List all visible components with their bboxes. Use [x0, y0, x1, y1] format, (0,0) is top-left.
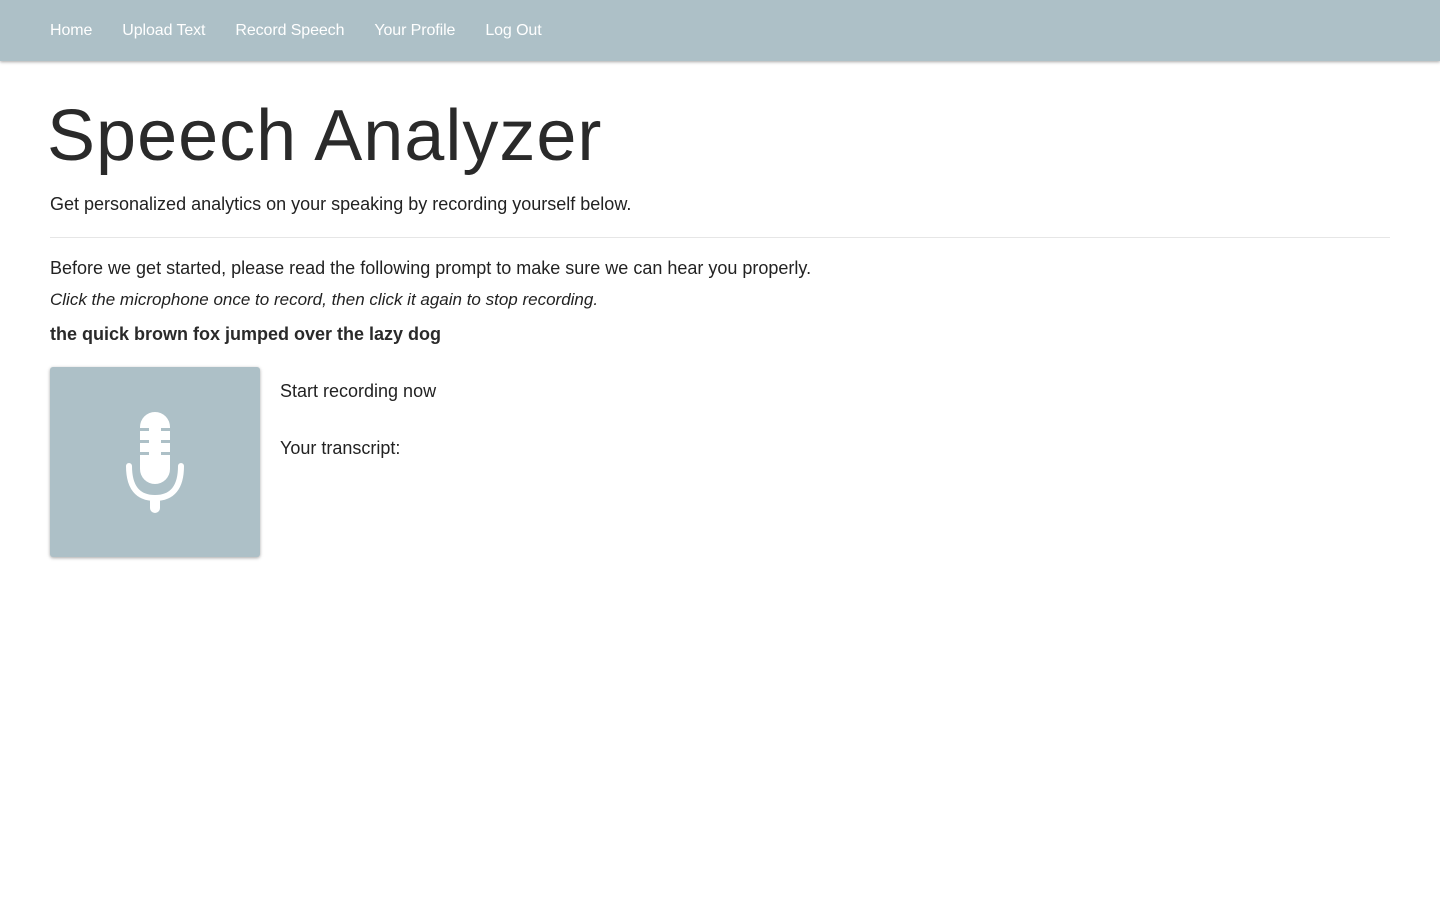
microphone-icon — [126, 412, 184, 513]
nav-upload-text-link[interactable]: Upload Text — [122, 22, 205, 40]
intro-text: Before we get started, please read the f… — [50, 258, 812, 278]
nav-home-link[interactable]: Home — [50, 22, 92, 40]
reading-prompt: the quick brown fox jumped over the lazy… — [50, 324, 442, 344]
page-title: Speech Analyzer — [47, 96, 603, 176]
nav-your-profile-link[interactable]: Your Profile — [374, 22, 455, 40]
section-divider — [50, 237, 1390, 238]
transcript-label: Your transcript: — [280, 438, 401, 458]
page-subtitle: Get personalized analytics on your speak… — [50, 194, 632, 214]
record-microphone-button[interactable] — [50, 367, 260, 557]
top-navbar: Home Upload Text Record Speech Your Prof… — [0, 0, 1440, 61]
recording-status-text: Start recording now — [280, 381, 437, 401]
instruction-text: Click the microphone once to record, the… — [50, 290, 599, 309]
nav-log-out-link[interactable]: Log Out — [485, 22, 541, 40]
nav-record-speech-link[interactable]: Record Speech — [235, 22, 344, 40]
